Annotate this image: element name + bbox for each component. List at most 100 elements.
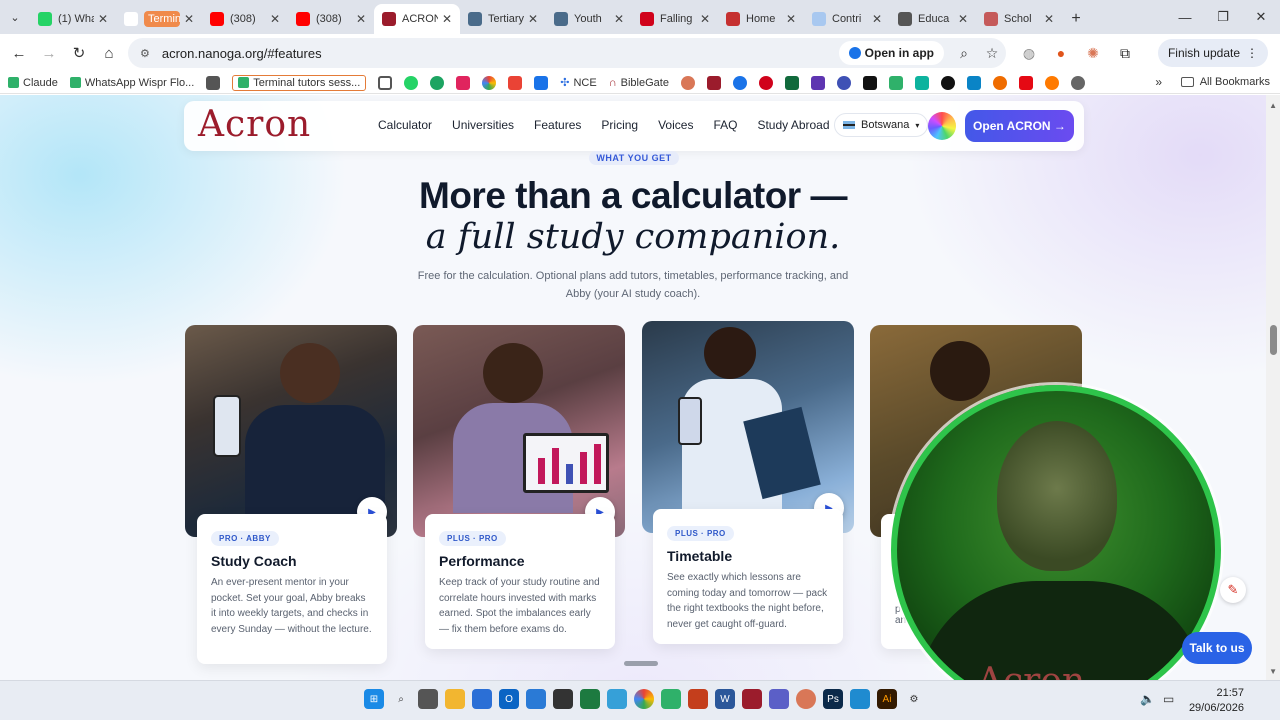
nav-universities[interactable]: Universities	[452, 118, 514, 132]
carousel-indicator[interactable]	[624, 661, 658, 666]
nav-study-abroad[interactable]: Study Abroad	[757, 118, 829, 132]
bookmark-whatsapp-wispr[interactable]: WhatsApp Wispr Flo...	[69, 77, 194, 89]
page-scrollbar[interactable]: ▲ ▼	[1266, 95, 1280, 680]
home-button[interactable]: ⌂	[94, 38, 124, 68]
file-explorer-icon[interactable]	[445, 689, 465, 709]
close-window-button[interactable]: ✕	[1242, 0, 1280, 34]
tab-search-menu[interactable]: ⌄	[0, 0, 30, 34]
tab-close-icon[interactable]: ✕	[528, 12, 538, 26]
claude-app-icon[interactable]	[796, 689, 816, 709]
tab-close-icon[interactable]: ✕	[958, 12, 968, 26]
forward-button[interactable]: →	[34, 38, 64, 68]
bookmark-claude-icon[interactable]	[680, 75, 695, 90]
maximize-button[interactable]: ❐	[1204, 0, 1242, 34]
browser-tab[interactable]: ACRON ✕	[374, 4, 460, 34]
back-button[interactable]: ←	[4, 38, 34, 68]
omnibox[interactable]: ⚙ acron.nanoga.org/#features Open in app…	[128, 38, 1006, 68]
notepad-icon[interactable]	[661, 689, 681, 709]
bookmark-youtube-icon[interactable]	[456, 75, 471, 90]
pdf-icon[interactable]: ✎	[1220, 577, 1246, 603]
bookmark-notion-icon[interactable]	[206, 75, 221, 90]
browser-tab[interactable]: Tertiary ✕	[460, 4, 546, 34]
bookmark-netflix-icon[interactable]	[1018, 75, 1033, 90]
bookmark-terminal-tutors[interactable]: Terminal tutors sess...	[232, 74, 367, 91]
app-blue-icon[interactable]	[472, 689, 492, 709]
illustrator-icon[interactable]: Ai	[877, 689, 897, 709]
tab-close-icon[interactable]: ✕	[872, 12, 882, 26]
tab-close-icon[interactable]: ✕	[356, 12, 366, 26]
tab-close-icon[interactable]: ✕	[270, 12, 280, 26]
nav-features[interactable]: Features	[534, 118, 581, 132]
browser-tab[interactable]: Home ✕	[718, 4, 804, 34]
bookmark-upwork-icon[interactable]	[940, 75, 955, 90]
powerpoint-icon[interactable]	[688, 689, 708, 709]
extension-icon-orange[interactable]: ●	[1048, 38, 1074, 68]
nav-voices[interactable]: Voices	[658, 118, 693, 132]
volume-icon[interactable]: 🔈	[1140, 692, 1155, 706]
bookmark-indigo-icon[interactable]	[836, 75, 851, 90]
bookmark-whatsapp-icon[interactable]	[404, 75, 419, 90]
talk-to-us-button[interactable]: Talk to us	[1182, 632, 1252, 664]
app-lightblue-icon[interactable]	[850, 689, 870, 709]
photoshop-icon[interactable]: Ps	[823, 689, 843, 709]
claude-extension-icon[interactable]: ✺	[1080, 38, 1106, 68]
acron-logo[interactable]: Acron	[198, 104, 311, 145]
tab-close-icon[interactable]: ✕	[1044, 12, 1054, 26]
extensions-puzzle-icon[interactable]: ⧉	[1112, 38, 1138, 68]
browser-tab[interactable]: Youth ✕	[546, 4, 632, 34]
country-selector[interactable]: Botswana ▾	[834, 113, 929, 137]
start-windows-icon[interactable]: ⊞	[364, 689, 384, 709]
nav-pricing[interactable]: Pricing	[601, 118, 638, 132]
bookmark-orange-icon[interactable]	[992, 75, 1007, 90]
bookmarks-overflow-icon[interactable]: »	[1155, 75, 1162, 89]
chrome-icon[interactable]	[634, 689, 654, 709]
browser-tab[interactable]: Terminal tutors sess ✕	[116, 4, 202, 34]
bookmark-google-icon[interactable]	[482, 75, 497, 90]
bookmark-dark-green-icon[interactable]	[784, 75, 799, 90]
bookmark-purple-icon[interactable]	[810, 75, 825, 90]
bookmark-biblegate[interactable]: ∩ BibleGate	[609, 77, 669, 89]
scroll-up-icon[interactable]: ▲	[1269, 101, 1277, 110]
vscode-icon[interactable]	[526, 689, 546, 709]
nav-faq[interactable]: FAQ	[713, 118, 737, 132]
finish-update-button[interactable]: Finish update ⋮	[1157, 39, 1268, 67]
search-icon[interactable]: ⌕	[391, 689, 411, 709]
bookmark-acron-icon[interactable]	[706, 75, 721, 90]
scroll-thumb[interactable]	[1270, 325, 1277, 355]
telegram-icon[interactable]	[607, 689, 627, 709]
tab-close-icon[interactable]: ✕	[98, 12, 108, 26]
bookmark-gmail-icon[interactable]	[508, 75, 523, 90]
nav-calculator[interactable]: Calculator	[378, 118, 432, 132]
bookmark-video-icon[interactable]	[966, 75, 981, 90]
outlook-icon[interactable]: O	[499, 689, 519, 709]
scroll-down-icon[interactable]: ▼	[1269, 667, 1277, 676]
browser-tab[interactable]: (1) WhatsApp ✕	[30, 4, 116, 34]
system-clock[interactable]: 21:57 29/06/2026	[1189, 686, 1244, 716]
tab-close-icon[interactable]: ✕	[442, 12, 452, 26]
zoom-icon[interactable]: ⌕	[950, 45, 978, 62]
excel-icon[interactable]	[580, 689, 600, 709]
tab-close-icon[interactable]: ✕	[700, 12, 710, 26]
bookmark-k-icon[interactable]	[862, 75, 877, 90]
theme-orb-button[interactable]	[928, 112, 956, 140]
reload-button[interactable]: ↻	[64, 38, 94, 68]
tab-close-icon[interactable]: ✕	[614, 12, 624, 26]
bookmark-fire-icon[interactable]	[1044, 75, 1059, 90]
acron-app-icon[interactable]	[742, 689, 762, 709]
new-tab-button[interactable]: +	[1062, 4, 1090, 34]
browser-tab[interactable]: (308) ✕	[288, 4, 374, 34]
site-info-icon[interactable]: ⚙	[140, 47, 150, 60]
all-bookmarks-button[interactable]: All Bookmarks	[1180, 76, 1270, 88]
task-view-icon[interactable]	[418, 689, 438, 709]
settings-gear-icon[interactable]: ⚙	[904, 689, 924, 709]
globe-extension-icon[interactable]: ◍	[1016, 38, 1042, 68]
teams-icon[interactable]	[769, 689, 789, 709]
bookmark-teal-icon[interactable]	[914, 75, 929, 90]
tab-close-icon[interactable]: ✕	[786, 12, 796, 26]
bookmark-star-icon[interactable]: ☆	[978, 45, 1006, 62]
open-in-app-button[interactable]: Open in app	[838, 41, 944, 65]
terminal-icon[interactable]	[553, 689, 573, 709]
browser-tab[interactable]: Contri ✕	[804, 4, 890, 34]
apps-grid-icon[interactable]	[378, 75, 393, 90]
bookmark-grey-icon[interactable]	[1070, 75, 1085, 90]
